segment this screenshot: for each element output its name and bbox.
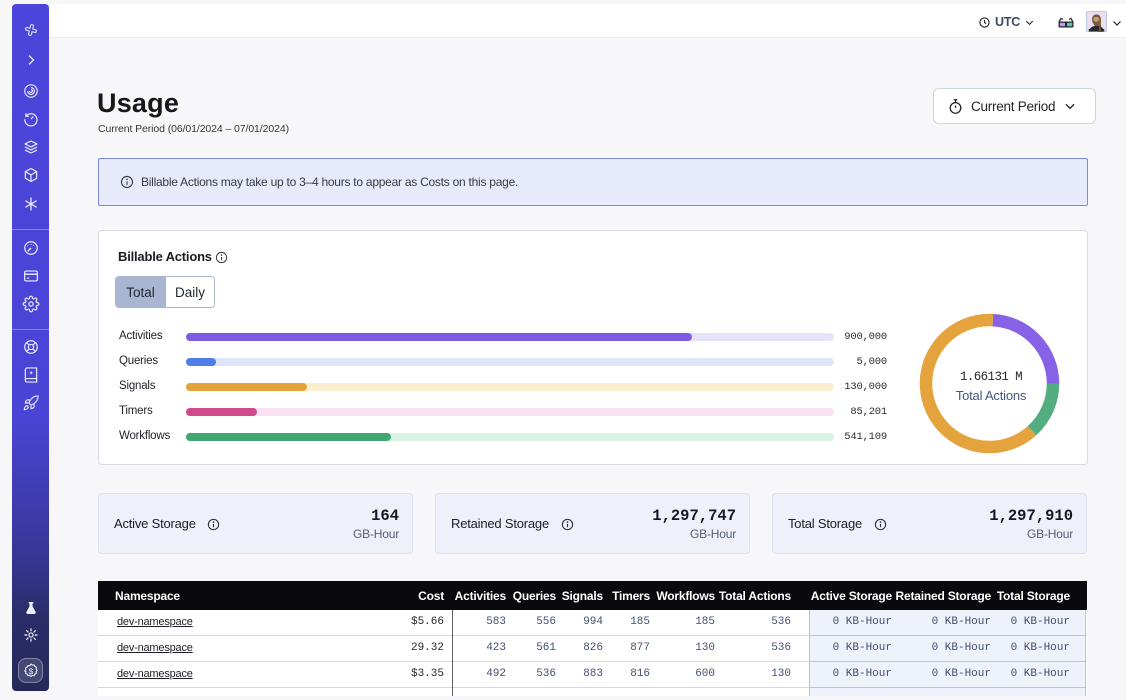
svg-text:$: $ — [28, 667, 33, 677]
